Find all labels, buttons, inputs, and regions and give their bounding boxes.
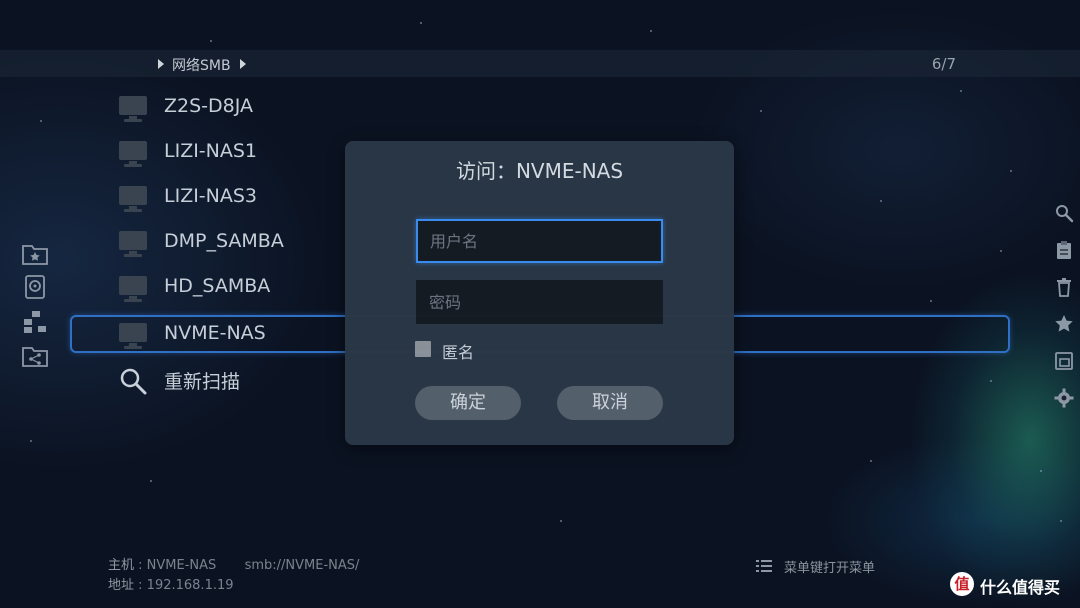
monitor-icon <box>119 231 147 257</box>
server-label: Z2S-D8JA <box>164 95 254 117</box>
monitor-icon <box>119 186 147 212</box>
chevron-right-icon <box>158 59 164 69</box>
password-input[interactable] <box>416 280 663 324</box>
window-icon[interactable] <box>1054 351 1074 371</box>
anonymous-label: 匿名 <box>442 343 475 362</box>
smb-path: smb://NVME-NAS/ <box>244 558 360 573</box>
gear-icon[interactable] <box>1054 388 1074 408</box>
host-info: 主机 : NVME-NAS smb://NVME-NAS/ <box>108 558 360 573</box>
page-counter: 6/7 <box>931 55 956 73</box>
chevron-right-icon <box>240 59 246 69</box>
host-label: 主机 <box>108 558 135 573</box>
menu-list-icon <box>756 560 772 572</box>
breadcrumb: 网络SMB 6/7 <box>0 50 1080 77</box>
server-label: LIZI-NAS1 <box>164 140 258 162</box>
monitor-icon <box>119 323 147 349</box>
cancel-button[interactable]: 取消 <box>557 386 663 420</box>
server-label: HD_SAMBA <box>164 275 271 297</box>
trash-icon[interactable] <box>1054 277 1074 297</box>
rescan-label: 重新扫描 <box>164 371 241 393</box>
server-label: LIZI-NAS3 <box>164 185 258 207</box>
share-folder-icon[interactable] <box>22 344 48 368</box>
breadcrumb-item-network-smb[interactable]: 网络SMB <box>172 55 231 75</box>
search-icon <box>120 368 147 395</box>
watermark-text: 什么值得买 <box>980 578 1061 597</box>
watermark: 值 什么值得买 <box>950 572 1080 598</box>
address-info: 地址 : 192.168.1.19 <box>108 578 234 593</box>
server-label: NVME-NAS <box>164 322 266 344</box>
username-input[interactable] <box>416 219 663 263</box>
ok-button[interactable]: 确定 <box>415 386 521 420</box>
search-icon[interactable] <box>1054 203 1074 223</box>
address-label: 地址 <box>108 578 135 593</box>
address-value: 192.168.1.19 <box>146 578 234 593</box>
monitor-icon <box>119 141 147 167</box>
disk-icon[interactable] <box>22 275 48 299</box>
clipboard-icon[interactable] <box>1054 240 1074 260</box>
anonymous-checkbox[interactable] <box>415 341 431 357</box>
favorite-folder-icon[interactable] <box>22 242 48 266</box>
list-item[interactable]: Z2S-D8JA <box>0 88 1080 128</box>
star-icon[interactable] <box>1054 314 1074 334</box>
menu-hint-text: 菜单键打开菜单 <box>784 561 876 576</box>
access-dialog: 访问：NVME-NAS 匿名 确定 取消 <box>345 141 734 445</box>
network-icon[interactable] <box>22 310 48 334</box>
server-label: DMP_SAMBA <box>164 230 284 252</box>
watermark-logo: 值 <box>950 572 974 596</box>
dialog-title: 访问：NVME-NAS <box>455 159 624 183</box>
host-value: NVME-NAS <box>146 558 217 573</box>
monitor-icon <box>119 96 147 122</box>
monitor-icon <box>119 276 147 302</box>
